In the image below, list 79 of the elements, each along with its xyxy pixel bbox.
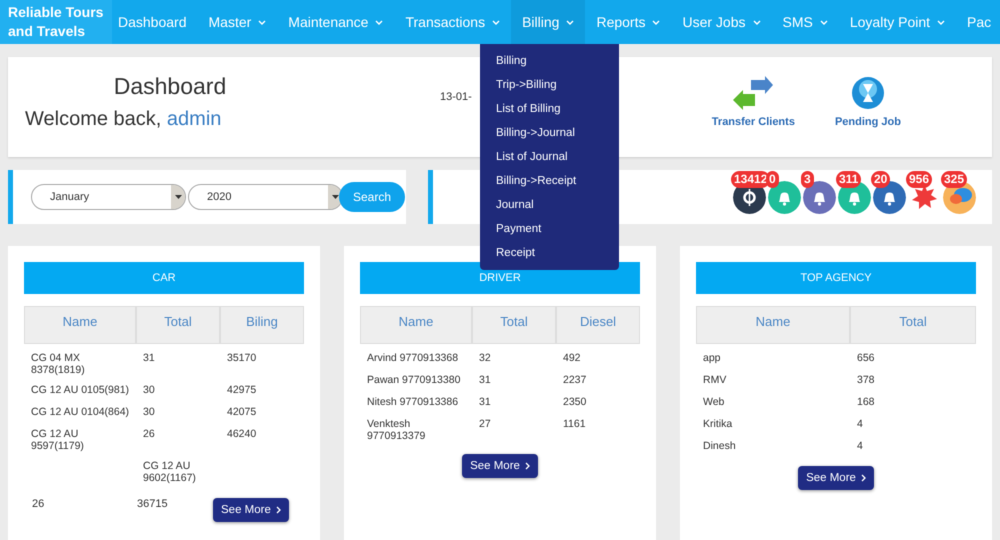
menu-item[interactable]: Billing->Receipt — [480, 169, 619, 193]
table-cell-text: app — [702, 352, 722, 366]
column-header: Diesel — [556, 306, 640, 344]
count-badge: 3 — [801, 170, 814, 188]
count-badge: 311 — [836, 170, 862, 188]
table-cell-text: Venktesh 9770913379 — [366, 418, 426, 442]
table-cell-text: 31 — [478, 374, 492, 388]
table-cell-text: 4 — [856, 440, 864, 454]
table-cell-text: Web — [702, 396, 726, 410]
dropdown-field[interactable]: 2020 — [188, 184, 343, 210]
see-more-button[interactable]: See More — [462, 454, 538, 478]
shortcut-link[interactable]: Pending Job — [834, 116, 901, 128]
menu-item[interactable]: Receipt — [480, 241, 619, 265]
table-cell-text: Dinesh — [702, 440, 737, 454]
table-cell-text: Arvind 9770913368 — [366, 352, 460, 366]
card-header: TOP AGENCY — [696, 262, 976, 294]
table-cell-text: 46240 — [226, 428, 258, 442]
caret-icon — [174, 195, 182, 199]
table-cell-text: 27 — [478, 418, 492, 432]
count-badge: 0 — [766, 170, 779, 188]
table-cell-text: 36715 — [137, 498, 169, 510]
menu-item[interactable]: Journal — [480, 193, 619, 217]
see-more-button[interactable]: See More — [213, 498, 289, 522]
chevron-icon — [276, 506, 281, 514]
table-cell-text: 2237 — [562, 374, 588, 388]
menu-item[interactable]: Billing — [480, 49, 619, 73]
table-cell-text: 30 — [142, 384, 156, 398]
menu-item[interactable]: Payment — [480, 217, 619, 241]
table-cell-text: 4 — [856, 418, 864, 432]
table-cell-text: 492 — [562, 352, 582, 366]
column-header: Name — [696, 306, 850, 344]
column-header: Total — [850, 306, 976, 344]
see-more-button[interactable]: See More — [798, 466, 874, 490]
table-cell-text: 30 — [142, 406, 156, 420]
column-header: Biling — [220, 306, 304, 344]
page-title: Dashboard — [114, 73, 226, 100]
table-cell-text: CG 04 MX 8378(1819) — [30, 352, 86, 376]
welcome-text: Welcome back, admin — [25, 108, 222, 131]
date-text: 13-01- — [440, 91, 472, 103]
hourglass-icon — [850, 76, 885, 112]
table-cell-text: 26 — [142, 428, 156, 442]
table-cell-text: 31 — [142, 352, 156, 366]
table-cell-text: 35170 — [226, 352, 258, 366]
shortcut-link[interactable]: Transfer Clients — [712, 116, 795, 128]
menu-item[interactable]: Billing->Journal — [480, 121, 619, 145]
chevron-icon — [524, 462, 530, 470]
caret-icon — [332, 195, 338, 199]
table-cell-text: 42975 — [226, 384, 258, 398]
table-cell-text: 2350 — [562, 396, 588, 410]
table-cell-text: Pawan 9770913380 — [366, 374, 462, 388]
column-header: Total — [136, 306, 220, 344]
arrows-icon — [733, 76, 774, 112]
menu-item[interactable]: List of Journal — [480, 145, 619, 169]
count-badge: 325 — [941, 170, 968, 188]
chevron-icon — [860, 474, 866, 482]
table-cell-text: CG 12 AU 9602(1167) — [142, 460, 197, 484]
card-header: CAR — [24, 262, 304, 294]
table-cell-text: CG 12 AU 9597(1179) — [30, 428, 85, 452]
table-cell-text: Nitesh 9770913386 — [366, 396, 460, 410]
table-cell-text: 26 — [31, 498, 46, 510]
count-badge: 956 — [906, 170, 932, 188]
column-header: Total — [472, 306, 556, 344]
table-cell-text: 32 — [478, 352, 492, 366]
table-cell-text: 1161 — [562, 418, 587, 432]
column-header: Name — [24, 306, 136, 344]
table-cell-text: 378 — [856, 374, 876, 388]
dropdown-field[interactable]: January — [31, 184, 186, 210]
table-cell-text: RMV — [702, 374, 728, 388]
count-badge: 20 — [871, 170, 890, 188]
table-cell-text: 42075 — [226, 406, 258, 420]
column-header: Name — [360, 306, 472, 344]
table-cell-text: 31 — [478, 396, 492, 410]
table-cell-text: Kritika — [702, 418, 734, 432]
table-cell-text: 656 — [856, 352, 876, 366]
table-cell-text: CG 12 AU 0104(864) — [30, 406, 130, 420]
menu-item[interactable]: Trip->Billing — [480, 73, 619, 97]
menu-item[interactable]: List of Billing — [480, 97, 619, 121]
table-cell-text: 168 — [856, 396, 876, 410]
table-cell-text: CG 12 AU 0105(981) — [30, 384, 130, 398]
